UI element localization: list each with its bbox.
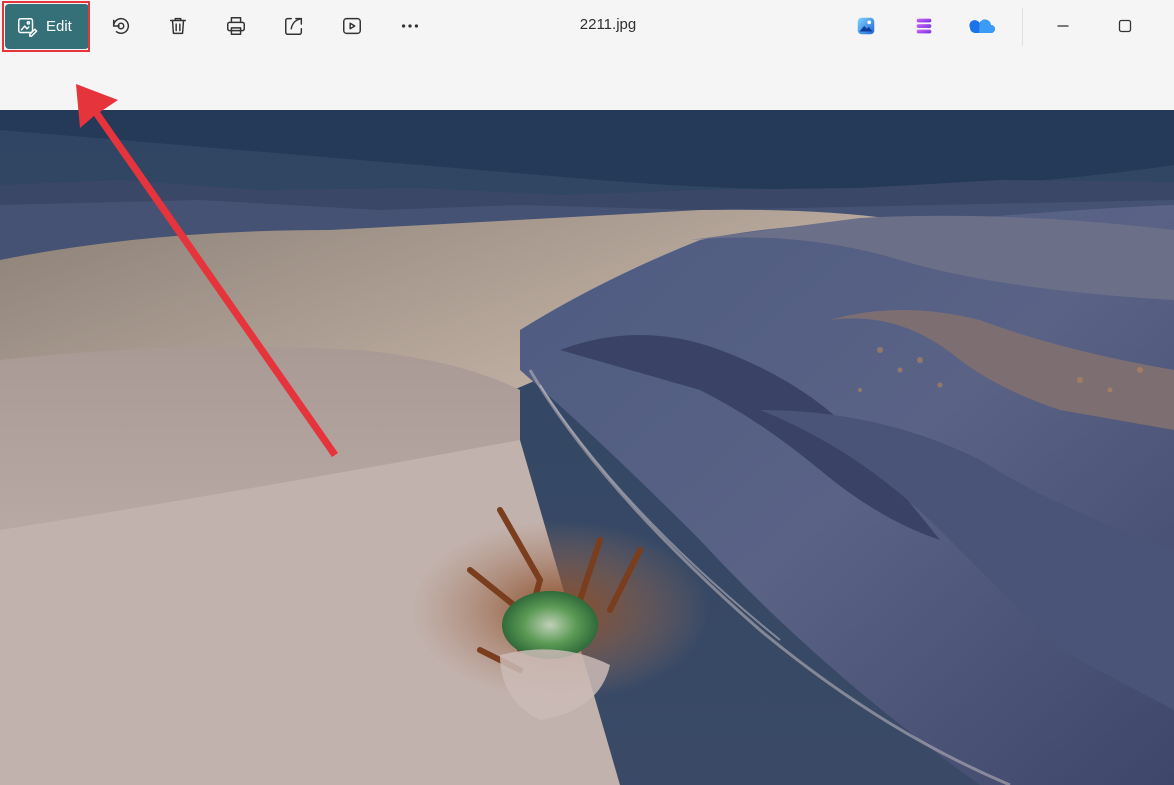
photo-viewer[interactable] (0, 110, 1174, 785)
more-options-button[interactable] (394, 12, 426, 40)
photos-app-icon (857, 17, 875, 35)
share-button[interactable] (278, 12, 310, 40)
edit-icon (16, 16, 38, 38)
rotate-icon (112, 17, 129, 35)
more-icon (401, 24, 419, 28)
rotate-button[interactable] (105, 12, 137, 40)
edit-button[interactable]: Edit (5, 4, 89, 49)
print-button[interactable] (220, 12, 252, 40)
onedrive-icon (969, 19, 995, 33)
photos-app-button[interactable] (850, 12, 882, 40)
toolbar-divider (1022, 8, 1023, 46)
delete-icon (169, 17, 187, 35)
minimize-button[interactable] (1047, 12, 1079, 40)
onedrive-button[interactable] (965, 12, 997, 40)
share-icon (285, 17, 303, 35)
clipchamp-button[interactable] (908, 12, 940, 40)
toolbar: Edit 2211.jpg (0, 0, 1174, 110)
delete-button[interactable] (162, 12, 194, 40)
clipchamp-icon (916, 18, 932, 34)
slideshow-icon (343, 17, 361, 35)
window-title: 2211.jpg (579, 16, 637, 33)
maximize-button[interactable] (1109, 12, 1141, 40)
maximize-icon (1118, 19, 1132, 33)
landscape-photo (0, 110, 1174, 785)
slideshow-button[interactable] (336, 12, 368, 40)
edit-button-label: Edit (46, 18, 72, 35)
print-icon (227, 17, 245, 35)
minimize-icon (1057, 25, 1069, 27)
